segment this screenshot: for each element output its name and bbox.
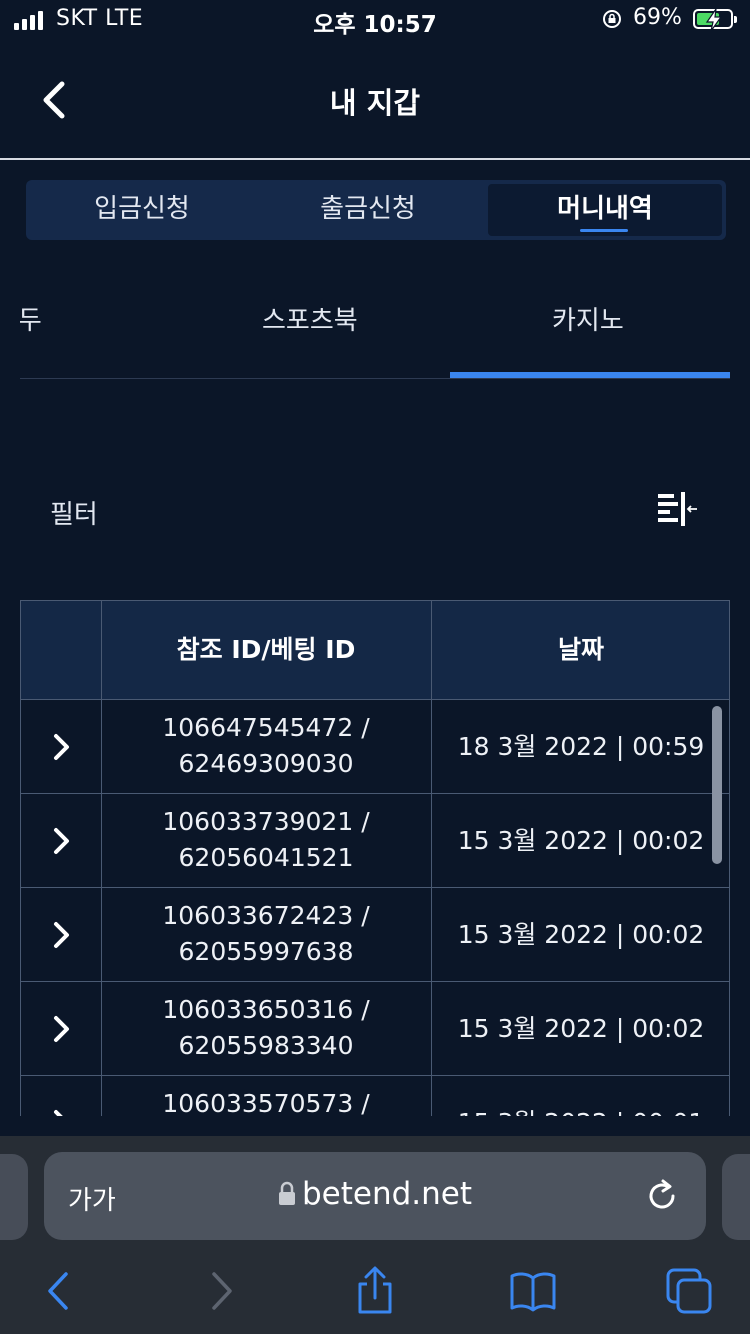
browser-toolbar: 가가 betend.net xyxy=(0,1136,750,1334)
bet-id: 62469309030 xyxy=(178,749,354,778)
reference-id: 106033650316 / xyxy=(162,995,370,1024)
reference-id-cell: 106033650316 / 62055983340 xyxy=(101,992,431,1064)
reference-id-cell: 106033672423 / 62055997638 xyxy=(101,898,431,970)
reference-id: 106033570573 / xyxy=(162,1089,370,1116)
chevron-right-icon[interactable] xyxy=(47,1012,75,1046)
table-header: 참조 ID/베팅 ID 날짜 xyxy=(20,600,730,700)
filter-panel-icon[interactable] xyxy=(652,490,700,530)
reload-icon[interactable] xyxy=(644,1176,680,1216)
date-cell: 15 3월 2022 | 00:02 xyxy=(457,920,705,949)
chevron-right-icon[interactable] xyxy=(47,1106,75,1116)
chevron-right-icon[interactable] xyxy=(47,824,75,858)
app-header: 내 지갑 xyxy=(0,40,750,158)
bet-id: 62056041521 xyxy=(178,843,354,872)
bookmarks-icon[interactable] xyxy=(508,1266,558,1316)
wallet-tabs: 입금신청 출금신청 머니내역 xyxy=(26,180,726,240)
category-tabs: 모두 스포츠북 카지노 xyxy=(20,280,730,380)
tab-money-history-label: 머니내역 xyxy=(557,194,653,224)
reference-id: 106033672423 / xyxy=(162,901,370,930)
date-cell: 15 3월 2022 | 00:02 xyxy=(457,826,705,855)
reference-id-cell: 106033739021 / 62056041521 xyxy=(101,804,431,876)
lock-icon xyxy=(278,1181,295,1205)
next-tab-preview[interactable] xyxy=(722,1154,750,1240)
table-scrollbar[interactable] xyxy=(712,706,722,864)
table-row[interactable]: 106033650316 / 62055983340 15 3월 2022 | 0… xyxy=(20,982,730,1076)
active-subtab-indicator xyxy=(450,372,730,378)
active-tab-indicator xyxy=(580,229,628,232)
table-header-date: 날짜 xyxy=(557,635,604,664)
previous-tab-preview[interactable] xyxy=(0,1154,28,1240)
chevron-right-icon[interactable] xyxy=(47,918,75,952)
date-cell: 15 3월 2022 | 00:01 xyxy=(431,1076,730,1116)
status-bar: SKT LTE 오후 10:57 69% xyxy=(0,0,750,40)
table-row[interactable]: 106033570573 /62055930000 15 3월 2022 | 0… xyxy=(20,1076,730,1116)
charging-bolt-icon xyxy=(705,8,723,32)
reference-id: 106033739021 / xyxy=(162,807,370,836)
battery-icon xyxy=(693,8,737,32)
subtab-casino[interactable]: 카지노 xyxy=(552,300,624,337)
table-header-expand xyxy=(21,601,101,701)
bet-id: 62055983340 xyxy=(178,1031,354,1060)
table-header-reference-id: 참조 ID/베팅 ID xyxy=(176,635,356,664)
date-cell: 15 3월 2022 | 00:02 xyxy=(457,1014,705,1043)
date-cell: 18 3월 2022 | 00:59 xyxy=(457,732,705,761)
battery-percent: 69% xyxy=(633,5,682,30)
subtab-sportsbook[interactable]: 스포츠북 xyxy=(262,300,358,337)
table-row[interactable]: 106033739021 / 62056041521 15 3월 2022 | 0… xyxy=(20,794,730,888)
browser-forward-icon[interactable] xyxy=(196,1266,246,1316)
tab-deposit-request[interactable]: 입금신청 xyxy=(26,180,258,240)
reference-id-cell: 106033570573 /62055930000 xyxy=(101,1086,431,1116)
tab-money-history[interactable]: 머니내역 xyxy=(488,184,722,236)
subtab-divider xyxy=(20,378,730,379)
bet-id: 62055997638 xyxy=(178,937,354,966)
subtab-all[interactable]: 모두 xyxy=(20,300,42,337)
table-row[interactable]: 106647545472 / 62469309030 18 3월 2022 | 0… xyxy=(20,700,730,794)
table-row[interactable]: 106033672423 / 62055997638 15 3월 2022 | 0… xyxy=(20,888,730,982)
header-divider xyxy=(0,158,750,160)
url-text: betend.net xyxy=(301,1176,473,1212)
url-display: betend.net xyxy=(44,1176,706,1212)
tabs-icon[interactable] xyxy=(664,1266,714,1316)
page-title: 내 지갑 xyxy=(329,86,421,120)
share-icon[interactable] xyxy=(350,1266,400,1316)
rotation-lock-icon xyxy=(603,10,621,28)
tab-withdraw-request[interactable]: 출금신청 xyxy=(252,180,484,240)
address-bar[interactable]: 가가 betend.net xyxy=(44,1152,706,1240)
filter-label[interactable]: 필터 xyxy=(50,494,98,531)
reference-id: 106647545472 / xyxy=(162,713,370,742)
chevron-right-icon[interactable] xyxy=(47,730,75,764)
history-table: 참조 ID/베팅 ID 날짜 106647545472 / 62469309030… xyxy=(20,600,730,1116)
reference-id-cell: 106647545472 / 62469309030 xyxy=(101,710,431,782)
browser-back-icon[interactable] xyxy=(34,1266,84,1316)
